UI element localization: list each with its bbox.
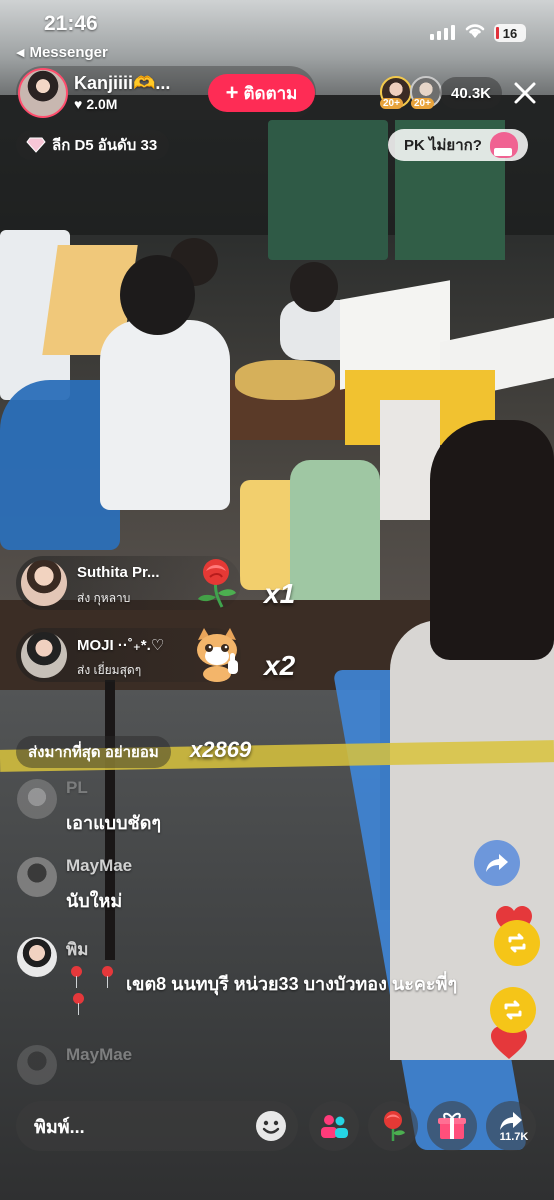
chat-message: นับใหม่	[66, 891, 123, 911]
gift-combo-count: x1	[264, 578, 296, 609]
chat-username[interactable]: MayMae	[66, 1045, 132, 1065]
pin-icon	[72, 993, 84, 1015]
close-icon[interactable]	[510, 78, 540, 108]
share-arrow-icon	[500, 1112, 522, 1130]
top-gift-count: x2869	[190, 737, 252, 762]
battery-icon: 16	[494, 24, 526, 42]
back-app-label: Messenger	[29, 44, 108, 61]
host-likes: ♥ 2.0M	[74, 96, 117, 112]
viewer-count[interactable]: 40.3K	[440, 77, 502, 109]
share-arrow-icon	[486, 854, 508, 872]
gift-action: ส่ง กุหลาบ	[77, 591, 131, 605]
cellular-signal-icon	[430, 25, 455, 40]
gift-sender-name: MOJI ··˚₊*.♡	[77, 637, 165, 654]
gift-sender-avatar[interactable]	[21, 560, 67, 606]
status-time: 21:46	[44, 12, 98, 35]
chat-username[interactable]: MayMae	[66, 856, 132, 876]
boxing-glove-icon	[489, 132, 518, 158]
share-count: 11.7K	[499, 1131, 529, 1143]
chat-avatar[interactable]	[17, 779, 57, 819]
gift-sender-name: Suthita Pr...	[77, 564, 160, 581]
chat-message: เอาแบบชัดๆ	[66, 813, 162, 833]
multi-guest-button[interactable]	[309, 1101, 359, 1151]
chat-message: เขต8 นนทบุรี หน่วย33 บางบัวทอง นะคะพี่ๆ	[126, 974, 458, 994]
share-side-button[interactable]	[474, 840, 520, 886]
viewer-rank-badge-1: 20+	[380, 98, 403, 109]
chat-avatar[interactable]	[17, 937, 57, 977]
rose-gift-button[interactable]	[368, 1101, 418, 1151]
follow-label: ติดตาม	[243, 83, 298, 103]
gift-button[interactable]	[427, 1101, 477, 1151]
host-avatar[interactable]	[18, 68, 68, 118]
rose-icon	[384, 1111, 405, 1141]
comment-input-placeholder: พิมพ์...	[34, 1116, 85, 1137]
emoji-icon[interactable]	[254, 1109, 288, 1143]
back-to-messenger-link[interactable]: ◀ Messenger	[16, 44, 108, 61]
share-button[interactable]	[486, 1101, 536, 1151]
host-name[interactable]: Kanjiiii🫶...	[74, 73, 170, 94]
plus-icon: +	[225, 80, 239, 105]
pk-challenge-pill[interactable]: PK ไม่ยาก?	[388, 129, 528, 161]
people-icon	[321, 1115, 348, 1138]
gift-box-icon	[438, 1112, 466, 1139]
gift-combo-count: x2	[264, 650, 296, 681]
league-label: ลีก D5 อันดับ 33	[52, 137, 158, 154]
cat-thumbs-up-icon	[197, 628, 238, 682]
repost-icon	[508, 933, 526, 953]
top-gift-label: ส่งมากที่สุด อย่ายอม	[28, 744, 159, 761]
gift-sender-avatar[interactable]	[21, 632, 67, 678]
league-rank-pill[interactable]: ลีก D5 อันดับ 33	[16, 130, 170, 160]
chat-avatar[interactable]	[17, 857, 57, 897]
heart-icon: ♥	[74, 96, 83, 112]
top-gift-banner: ส่งมากที่สุด อย่ายอม	[16, 736, 171, 768]
back-arrow-icon: ◀	[16, 47, 25, 59]
rose-icon	[198, 559, 236, 608]
battery-level: 16	[502, 25, 518, 41]
pin-icon	[70, 966, 82, 988]
follow-button[interactable]: + ติดตาม	[208, 74, 315, 112]
gift-action: ส่ง เยี่ยมสุดๆ	[77, 663, 142, 677]
chat-username[interactable]: PL	[66, 778, 88, 798]
chat-username[interactable]: พิม	[66, 936, 88, 963]
repost-icon	[504, 1000, 522, 1020]
host-likes-count: 2.0M	[86, 96, 118, 112]
pk-label: PK ไม่ยาก?	[404, 137, 482, 154]
repost-button[interactable]	[494, 920, 540, 966]
viewer-rank-badge-2: 20+	[411, 98, 434, 109]
wifi-icon	[465, 24, 485, 38]
pin-icon	[101, 966, 113, 988]
chat-avatar[interactable]	[17, 1045, 57, 1085]
diamond-icon	[26, 137, 46, 153]
repost-button[interactable]	[490, 987, 536, 1033]
